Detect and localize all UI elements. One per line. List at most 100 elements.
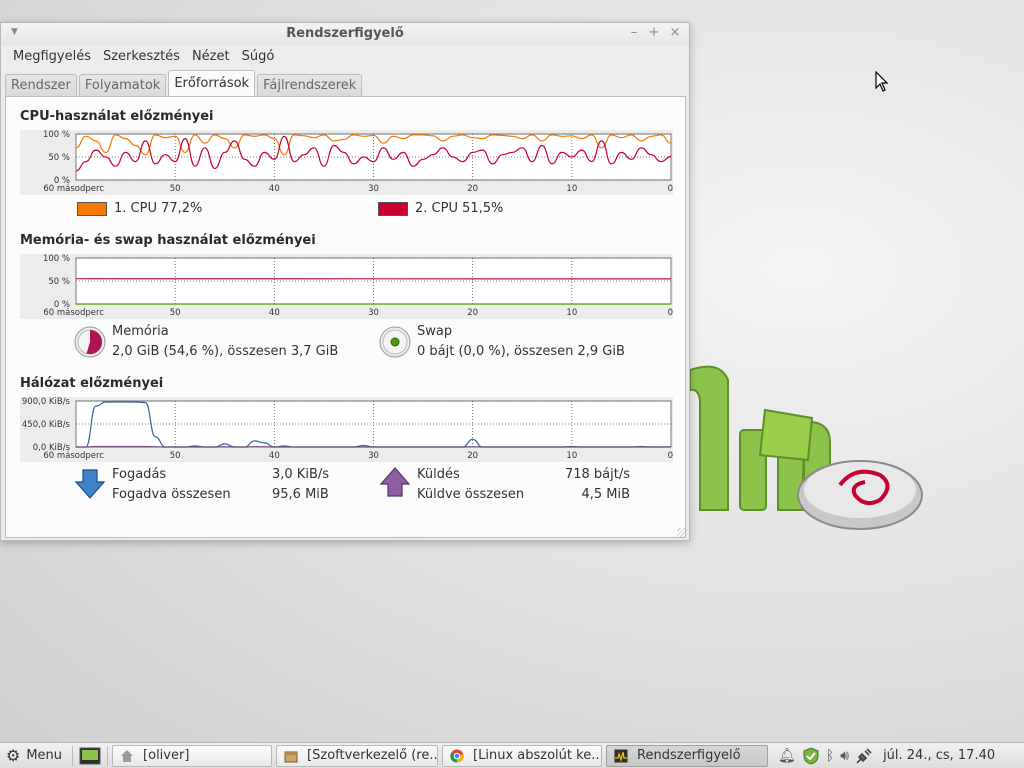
x-tick-label: 20: [467, 451, 478, 461]
task-label: [Linux abszolút ke...: [473, 748, 603, 763]
task-oliver[interactable]: [oliver]: [112, 744, 273, 767]
cpu-history-chart: 60 másodperc 50 40 30 20 10 0 100 % 50 % 0 %: [20, 130, 673, 195]
notification-bell-icon[interactable]: 🔔︎: [778, 748, 796, 764]
menu-sugo[interactable]: Súgó: [236, 49, 281, 64]
cpu-graph: 60 másodperc 50 40 30 20 10 0 100 % 50 % 0 %: [20, 130, 673, 195]
window-title: Rendszerfigyelő: [286, 26, 404, 41]
x-tick-label: 20: [467, 308, 478, 318]
memory-value: 2,0 GiB (54,6 %), összesen 3,7 GiB: [112, 344, 339, 359]
x-tick-label: 40: [269, 184, 280, 194]
cpu1-label: 1. CPU: [114, 201, 157, 216]
upload-arrow-icon[interactable]: [379, 467, 411, 497]
memory-history-chart: 60 másodperc 50 40 30 20 10 0 100 % 50 % 0 %: [20, 254, 673, 319]
y-tick-label: 450,0 KiB/s: [22, 420, 71, 430]
tab-folyamatok[interactable]: Folyamatok: [78, 74, 167, 97]
x-tick-label: 0: [668, 184, 673, 194]
cpu1-legend: 1. CPU 77,2%: [77, 201, 202, 216]
system-monitor-window: ▼ Rendszerfigyelő – + × Megfigyelés Szer…: [0, 22, 690, 541]
menubar: Megfigyelés Szerkesztés Nézet Súgó: [1, 45, 689, 67]
tab-bar: Rendszer Folyamatok Erőforrások Fájlrend…: [5, 70, 364, 97]
swap-value: 0 bájt (0,0 %), összesen 2,9 GiB: [417, 344, 625, 359]
x-tick-label: 30: [368, 184, 379, 194]
desktop-icon: [79, 747, 101, 764]
y-tick-label: 50 %: [48, 153, 70, 163]
update-shield-icon[interactable]: [802, 746, 820, 765]
taskbar: ⚙ Menu [oliver] [Szoftverkezelő (re... […: [0, 742, 1024, 768]
x-tick-label: 10: [566, 184, 577, 194]
home-icon: [119, 748, 135, 764]
chrome-icon: [449, 748, 465, 764]
task-label: [oliver]: [143, 748, 190, 763]
task-software-manager[interactable]: [Szoftverkezelő (re...: [276, 744, 439, 767]
y-tick-label: 0 %: [54, 176, 70, 186]
y-tick-label: 100 %: [43, 130, 70, 140]
minimize-icon[interactable]: –: [626, 25, 642, 40]
y-tick-label: 900,0 KiB/s: [22, 397, 71, 407]
start-menu-label: Menu: [26, 748, 63, 763]
x-tick-label: 50: [170, 184, 181, 194]
x-tick-label: 50: [170, 308, 181, 318]
recv-total-value: 95,6 MiB: [272, 487, 329, 502]
cpu1-color-swatch[interactable]: [77, 201, 107, 216]
menu-megfigyeles[interactable]: Megfigyelés: [7, 49, 97, 64]
x-tick-label: 30: [368, 451, 379, 461]
recv-label: Fogadás: [112, 467, 167, 482]
x-tick-label: 60 másodperc: [43, 184, 104, 194]
send-label: Küldés: [417, 467, 460, 482]
recv-total-label: Fogadva összesen: [112, 487, 231, 502]
swap-label: Swap: [417, 324, 453, 339]
y-tick-label: 0,0 KiB/s: [33, 443, 71, 453]
volume-icon[interactable]: 🔊︎: [840, 748, 849, 764]
x-tick-label: 10: [566, 451, 577, 461]
resize-grip[interactable]: [677, 528, 687, 538]
system-tray: 🔔︎ ᛒ 🔊︎: [778, 746, 873, 765]
mouse-cursor-icon: [875, 71, 889, 92]
cpu2-value: 51,5%: [462, 201, 504, 216]
x-tick-label: 30: [368, 308, 379, 318]
x-tick-label: 0: [668, 451, 673, 461]
network-plug-icon[interactable]: [855, 747, 873, 765]
swap-pie-icon[interactable]: [379, 326, 411, 358]
x-tick-label: 40: [269, 308, 280, 318]
window-titlebar[interactable]: ▼ Rendszerfigyelő – + ×: [1, 23, 689, 45]
cpu2-color-swatch[interactable]: [378, 201, 408, 216]
cpu-section-title: CPU-használat előzményei: [20, 109, 214, 124]
memory-section-title: Memória- és swap használat előzményei: [20, 233, 316, 248]
send-total-label: Küldve összesen: [417, 487, 525, 502]
y-tick-label: 50 %: [48, 277, 70, 287]
y-tick-label: 100 %: [43, 254, 70, 264]
start-menu-button[interactable]: ⚙ Menu: [0, 746, 68, 765]
gear-icon: ⚙: [6, 746, 21, 765]
menu-nezet[interactable]: Nézet: [186, 49, 236, 64]
task-chrome[interactable]: [Linux abszolút ke...: [442, 744, 603, 767]
close-icon[interactable]: ×: [667, 25, 683, 40]
x-tick-label: 60 másodperc: [43, 308, 104, 318]
memory-graph: 60 másodperc 50 40 30 20 10 0 100 % 50 % 0 %: [20, 254, 673, 319]
task-label: Rendszerfigyelő: [637, 748, 741, 763]
menu-szerkesztes[interactable]: Szerkesztés: [97, 49, 186, 64]
clock[interactable]: júl. 24., cs, 17.40: [883, 748, 995, 763]
task-system-monitor[interactable]: Rendszerfigyelő: [606, 744, 769, 767]
maximize-icon[interactable]: +: [646, 25, 662, 40]
download-arrow-icon[interactable]: [74, 469, 106, 499]
tab-fajlrendszerek[interactable]: Fájlrendszerek: [257, 74, 363, 97]
x-tick-label: 40: [269, 451, 280, 461]
resources-page: CPU-használat előzményei 60 másodperc 50 4…: [5, 96, 686, 538]
package-icon: [283, 748, 299, 764]
taskbar-separator: [107, 745, 109, 766]
cpu2-legend: 2. CPU 51,5%: [378, 201, 503, 216]
y-tick-label: 0 %: [54, 300, 70, 310]
memory-label: Memória: [112, 324, 169, 339]
network-graph: 60 másodperc 50 40 30 20 10 0 900,0 KiB/s 450,0 …: [20, 397, 673, 462]
show-desktop-button[interactable]: [77, 746, 103, 766]
task-label: [Szoftverkezelő (re...: [307, 748, 439, 763]
x-tick-label: 20: [467, 184, 478, 194]
tab-eroforrasok[interactable]: Erőforrások: [168, 70, 256, 97]
bluetooth-icon[interactable]: ᛒ: [826, 748, 834, 764]
tab-rendszer[interactable]: Rendszer: [5, 74, 77, 97]
mint-debian-wallpaper-logo: [690, 365, 923, 530]
send-total-value: 4,5 MiB: [581, 487, 630, 502]
x-tick-label: 10: [566, 308, 577, 318]
send-value: 718 bájt/s: [564, 467, 630, 482]
memory-pie-icon[interactable]: [74, 326, 106, 358]
